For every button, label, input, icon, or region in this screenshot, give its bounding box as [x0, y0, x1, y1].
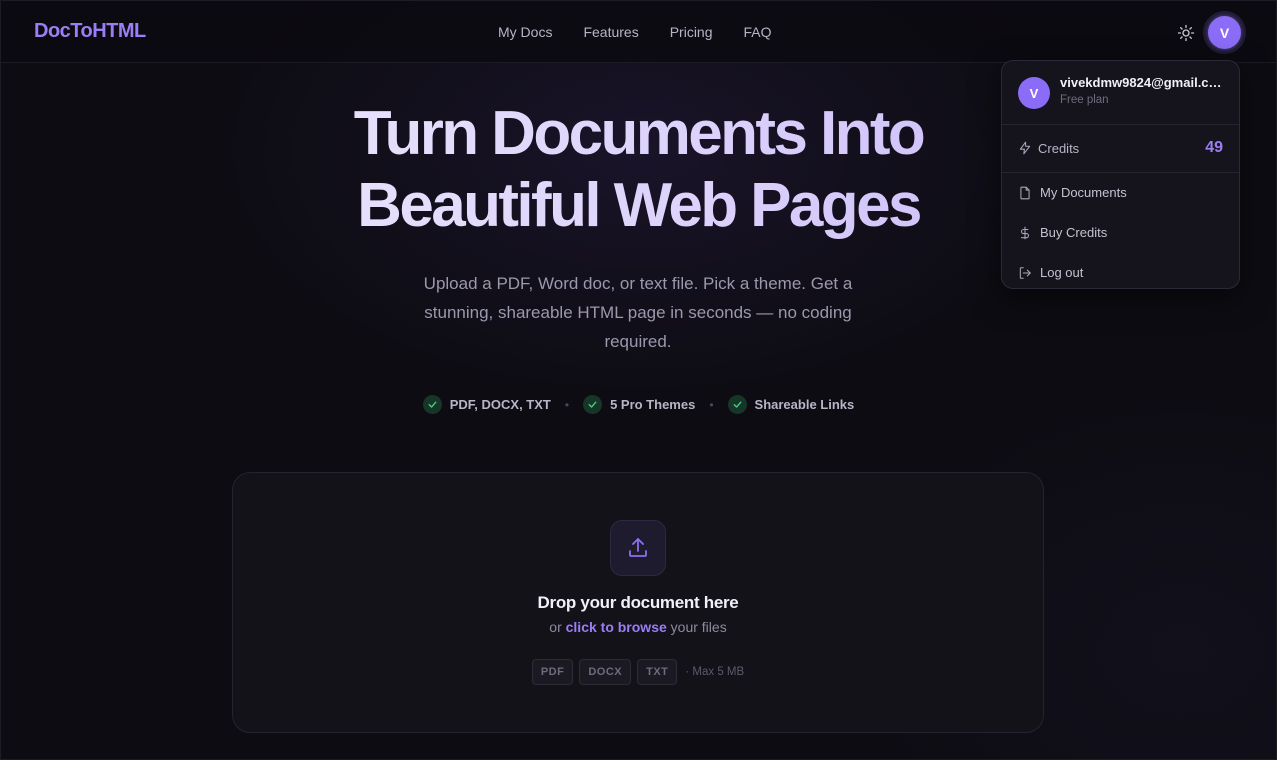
- feature-label: PDF, DOCX, TXT: [449, 397, 551, 412]
- user-email: vivekdmw9824@gmail.com: [1060, 75, 1226, 90]
- browse-files-link[interactable]: click to browse: [566, 619, 667, 635]
- user-avatar-button[interactable]: V: [1206, 14, 1243, 51]
- dropzone-sub-suffix: your files: [670, 619, 727, 635]
- dropzone-title: Drop your document here: [537, 593, 739, 612]
- dollar-icon: [1020, 226, 1030, 240]
- theme-toggle-button[interactable]: [1174, 21, 1198, 45]
- upload-icon-tile[interactable]: [610, 520, 666, 576]
- credits-label: Credits: [1038, 141, 1080, 156]
- credits-row: Credits 49: [1002, 125, 1239, 173]
- main-nav: My Docs Features Pricing FAQ: [498, 23, 772, 41]
- nav-pricing[interactable]: Pricing: [670, 23, 713, 41]
- feature-separator: •: [564, 397, 570, 412]
- feature-links: Shareable Links: [727, 395, 855, 414]
- menu-item-buy-credits[interactable]: Buy Credits: [1002, 213, 1239, 253]
- brand-logo[interactable]: DocToHTML: [34, 20, 146, 43]
- sun-icon: [1177, 24, 1195, 42]
- menu-item-label: My Documents: [1040, 185, 1127, 200]
- dropzone-sub-prefix: or: [549, 619, 562, 635]
- upload-dropzone[interactable]: Drop your document here or click to brow…: [232, 472, 1044, 733]
- nav-faq[interactable]: FAQ: [744, 23, 772, 41]
- check-icon: [422, 395, 442, 414]
- feature-separator: •: [709, 397, 714, 412]
- menu-item-my-documents[interactable]: My Documents: [1002, 173, 1239, 213]
- document-icon: [1020, 186, 1030, 200]
- format-badge-txt: TXT: [637, 659, 678, 685]
- feature-themes: 5 Pro Themes: [583, 395, 695, 414]
- feature-formats: PDF, DOCX, TXT: [422, 395, 551, 414]
- user-plan: Free plan: [1060, 94, 1109, 106]
- nav-my-docs[interactable]: My Docs: [498, 23, 552, 41]
- lightning-icon: [1019, 141, 1031, 155]
- user-menu-dropdown: V vivekdmw9824@gmail.com Free plan Credi…: [1001, 60, 1240, 289]
- feature-label: Shareable Links: [754, 397, 855, 412]
- supported-formats: PDF DOCX TXT · Max 5 MB: [233, 659, 1043, 685]
- user-info: V vivekdmw9824@gmail.com Free plan: [1002, 61, 1239, 125]
- menu-item-label: Log out: [1040, 265, 1084, 280]
- avatar: V: [1018, 77, 1050, 109]
- check-icon: [583, 395, 603, 414]
- max-file-size: · Max 5 MB: [685, 666, 745, 678]
- feature-badges: PDF, DOCX, TXT • 5 Pro Themes • Shareabl…: [1, 395, 1276, 414]
- dropzone-subtitle: or click to browse your files: [233, 619, 1043, 635]
- feature-label: 5 Pro Themes: [610, 397, 696, 412]
- top-navbar: DocToHTML My Docs Features Pricing FAQ V: [1, 1, 1276, 63]
- format-badge-docx: DOCX: [579, 659, 632, 685]
- nav-features[interactable]: Features: [583, 23, 638, 41]
- check-icon: [727, 395, 747, 414]
- menu-item-label: Buy Credits: [1040, 225, 1108, 240]
- format-badge-pdf: PDF: [531, 659, 574, 685]
- credits-count: 49: [1205, 139, 1223, 156]
- hero-subtitle: Upload a PDF, Word doc, or text file. Pi…: [423, 274, 853, 351]
- upload-icon: [629, 538, 647, 557]
- logout-icon: [1019, 267, 1031, 279]
- menu-item-log-out[interactable]: Log out: [1002, 253, 1239, 293]
